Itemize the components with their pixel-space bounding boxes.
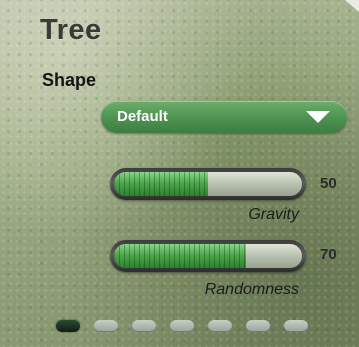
slider-fill [114, 172, 208, 196]
page-dot[interactable] [170, 320, 194, 332]
gravity-label: Gravity [248, 206, 299, 223]
triangle-down-icon [306, 111, 330, 123]
slider-groove [114, 244, 302, 268]
gravity-value: 50 [320, 175, 337, 192]
page-dot[interactable] [208, 320, 232, 332]
section-label-shape: Shape [42, 70, 97, 90]
page-dot[interactable] [94, 320, 118, 332]
page-dot[interactable] [246, 320, 270, 332]
page-dot[interactable] [132, 320, 156, 332]
page-dot-active[interactable] [56, 320, 80, 332]
randomness-value: 70 [320, 246, 337, 263]
gravity-slider[interactable] [110, 168, 306, 200]
dropdown-selected-label: Default [117, 108, 168, 125]
slider-groove [114, 172, 302, 196]
panel-title: Tree [40, 14, 102, 46]
shape-dropdown[interactable]: Default [101, 101, 347, 133]
corner-arrow-icon [345, 0, 359, 12]
page-indicator [56, 320, 326, 334]
slider-fill [114, 244, 246, 268]
randomness-label: Randomness [204, 281, 299, 298]
randomness-slider[interactable] [110, 240, 306, 272]
page-dot[interactable] [284, 320, 308, 332]
